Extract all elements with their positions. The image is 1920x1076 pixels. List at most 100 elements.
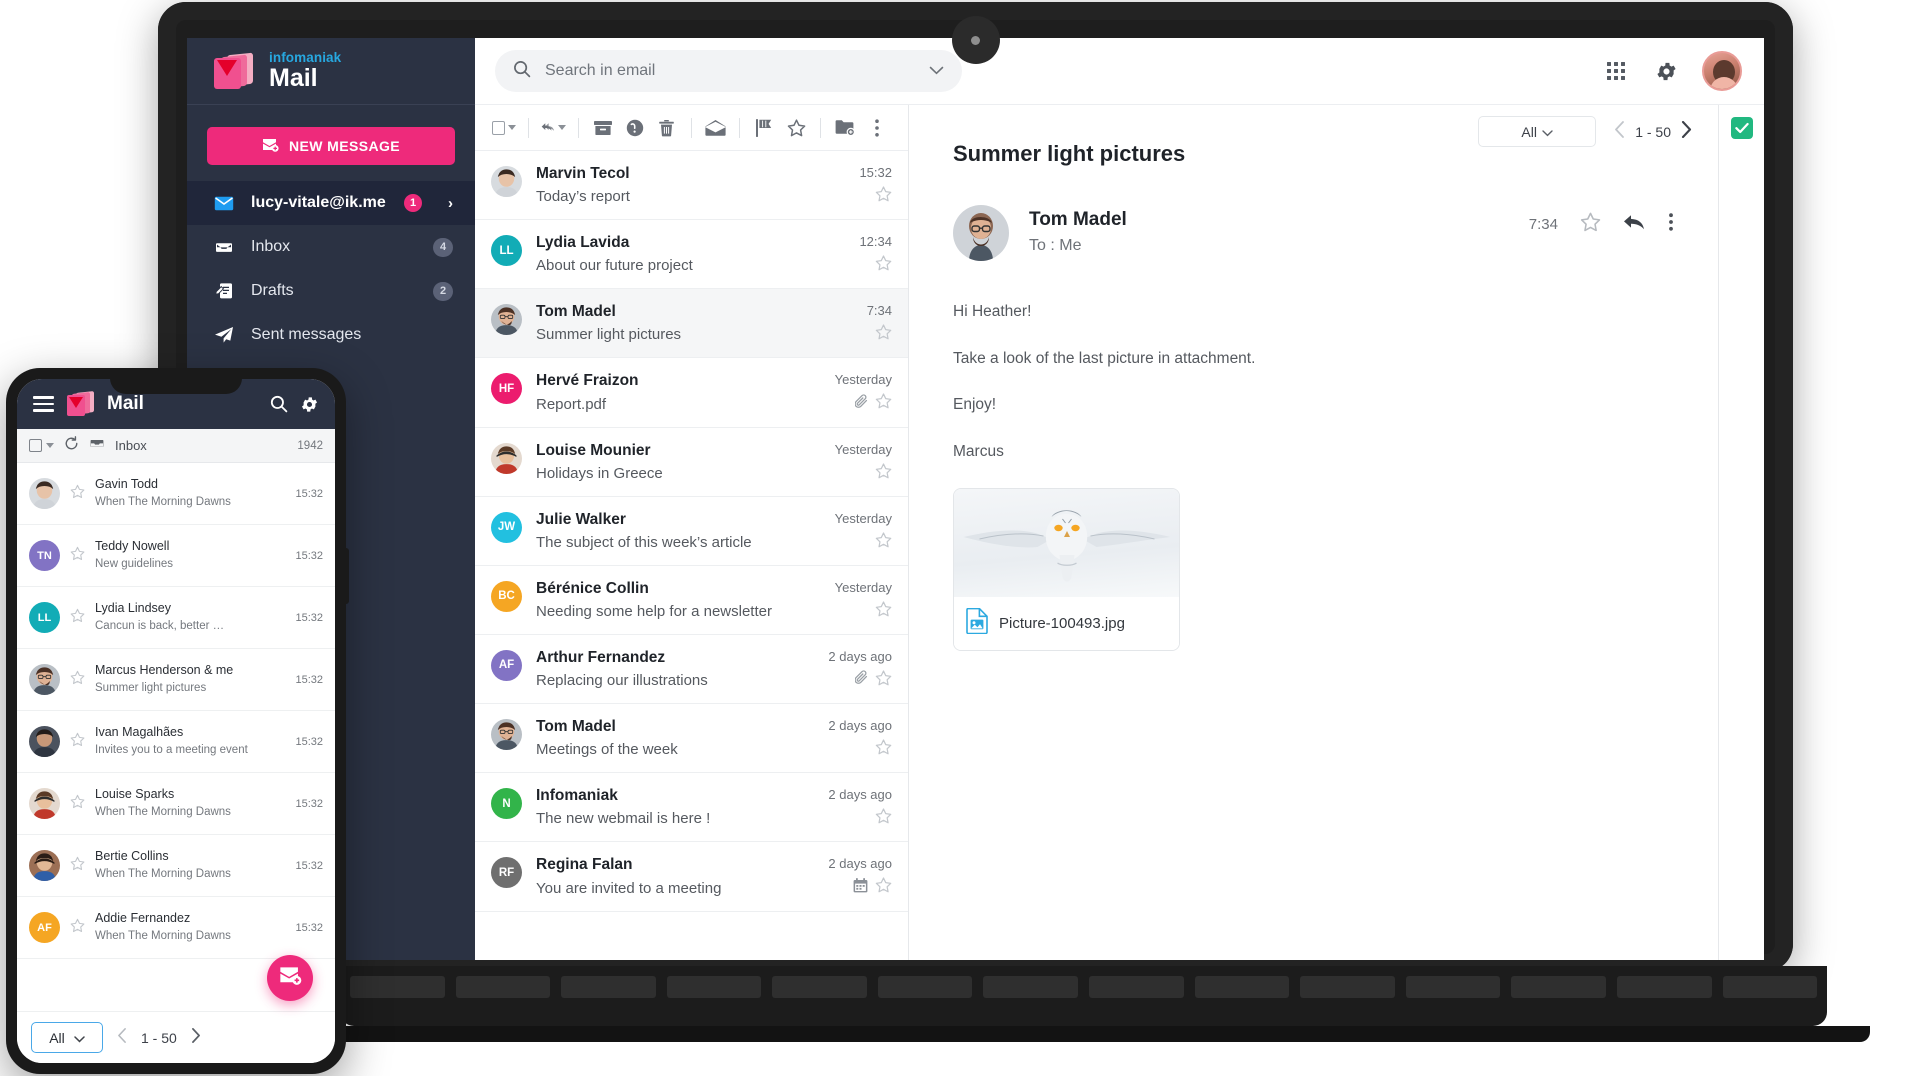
chevron-down-icon[interactable]	[929, 62, 944, 80]
mail-list-item[interactable]: AF Arthur Fernandez Replacing our illust…	[475, 635, 908, 705]
spam-icon[interactable]	[620, 113, 650, 143]
attachment-card[interactable]: Picture-100493.jpg	[953, 487, 1180, 651]
sidebar-item-sent[interactable]: Sent messages	[187, 313, 475, 357]
star-icon[interactable]	[781, 113, 811, 143]
body-line: Take a look of the last picture in attac…	[953, 349, 1256, 367]
trash-icon[interactable]	[652, 113, 682, 143]
star-icon[interactable]	[1580, 212, 1601, 237]
phone-folder-label: Inbox	[115, 438, 147, 453]
mail-list-item[interactable]: LL Lydia Lavida About our future project…	[475, 220, 908, 290]
filter-dropdown[interactable]: All	[1478, 116, 1597, 147]
mail-sender: Ivan Magalhães	[95, 725, 184, 740]
gear-icon[interactable]	[1646, 51, 1686, 91]
select-all-checkbox[interactable]	[489, 113, 519, 143]
new-message-button[interactable]: NEW MESSAGE	[207, 127, 455, 165]
new-message-fab[interactable]	[267, 955, 313, 1001]
mail-list-item[interactable]: Marvin Tecol Today’s report 15:32	[475, 151, 908, 221]
phone-list-item[interactable]: Bertie Collins When The Morning Dawns 15…	[17, 835, 335, 897]
star-icon[interactable]	[875, 255, 892, 276]
select-all-checkbox[interactable]	[29, 439, 54, 452]
star-icon[interactable]	[875, 601, 892, 622]
laptop-camera	[951, 16, 1000, 64]
mail-list-item[interactable]: BC Bérénice Collin Needing some help for…	[475, 566, 908, 635]
reply-icon[interactable]	[1623, 214, 1646, 236]
refresh-icon[interactable]	[64, 435, 79, 456]
mail-list-item[interactable]: RF Regina Falan You are invited to a mee…	[475, 842, 908, 912]
chevron-right-icon[interactable]	[1681, 120, 1692, 143]
mail-sender: Marvin Tecol	[536, 165, 630, 182]
phone-list-item[interactable]: Gavin Todd When The Morning Dawns 15:32	[17, 463, 335, 525]
mail-list-item[interactable]: Tom Madel Summer light pictures 7:34	[475, 289, 908, 359]
sidebar-item-label: lucy-vitale@ik.me	[251, 194, 386, 211]
chevron-left-icon[interactable]	[117, 1027, 127, 1048]
star-icon[interactable]	[875, 739, 892, 760]
star-icon[interactable]	[875, 463, 892, 484]
mail-subject: Today’s report	[536, 188, 630, 206]
star-icon[interactable]	[70, 918, 85, 938]
mail-subject: When The Morning Dawns	[95, 806, 231, 819]
more-vertical-icon[interactable]	[862, 113, 892, 143]
phone-list-item[interactable]: Ivan Magalhães Invites you to a meeting …	[17, 711, 335, 773]
mail-subject: Invites you to a meeting event	[95, 744, 248, 757]
archive-icon[interactable]	[588, 113, 618, 143]
mail-list-item[interactable]: JW Julie Walker The subject of this week…	[475, 497, 908, 566]
gear-icon[interactable]	[300, 395, 319, 414]
avatar	[491, 304, 522, 336]
move-folder-icon[interactable]	[830, 113, 860, 143]
app-grid-icon[interactable]	[1596, 51, 1636, 91]
sidebar-item-drafts[interactable]: Drafts 2	[187, 269, 475, 313]
search-input[interactable]: Search in email	[495, 50, 962, 92]
hamburger-menu-icon[interactable]	[33, 396, 54, 412]
star-icon[interactable]	[70, 608, 85, 628]
star-icon[interactable]	[875, 324, 892, 345]
check-square-icon[interactable]	[1730, 117, 1753, 139]
star-icon[interactable]	[875, 877, 892, 898]
star-icon[interactable]	[70, 670, 85, 690]
phone-filter-dropdown[interactable]: All	[31, 1022, 103, 1053]
chevron-down-icon[interactable]	[557, 125, 566, 130]
mail-list-item[interactable]: Tom Madel Meetings of the week 2 days ag…	[475, 704, 908, 774]
phone-list-item[interactable]: TN Teddy Nowell New guidelines 15:32	[17, 525, 335, 587]
mail-list-item[interactable]: N Infomaniak The new webmail is here ! 2…	[475, 773, 908, 843]
star-icon[interactable]	[70, 794, 85, 814]
flag-icon[interactable]	[749, 113, 779, 143]
star-icon[interactable]	[875, 670, 892, 691]
phone-list-item[interactable]: AF Addie Fernandez When The Morning Dawn…	[17, 897, 335, 959]
mail-list-item[interactable]: HF Hervé Fraizon Report.pdf Yesterday	[475, 358, 908, 428]
phone-list-item[interactable]: Marcus Henderson & me Summer light pictu…	[17, 649, 335, 711]
open-envelope-icon[interactable]	[700, 113, 730, 143]
star-icon[interactable]	[875, 532, 892, 553]
search-icon[interactable]	[270, 395, 288, 413]
star-icon[interactable]	[875, 186, 892, 207]
chevron-left-icon[interactable]	[1614, 120, 1625, 143]
mail-time: Yesterday	[834, 441, 892, 457]
calendar-icon	[853, 877, 868, 898]
star-icon[interactable]	[70, 856, 85, 876]
reply-all-icon[interactable]	[538, 113, 569, 143]
phone-list-item[interactable]: LL Lydia Lindsey Cancun is back, better …	[17, 587, 335, 649]
laptop-keyboard	[340, 976, 1827, 998]
star-icon[interactable]	[875, 808, 892, 829]
attachment-filename: Picture-100493.jpg	[999, 614, 1125, 632]
phone-side-button[interactable]	[346, 548, 349, 604]
list-pagination: All 1 - 50	[1478, 116, 1692, 147]
phone-unread-count: 1942	[297, 439, 323, 452]
chevron-down-icon[interactable]	[508, 125, 516, 130]
star-icon[interactable]	[70, 732, 85, 752]
mail-time: 15:32	[859, 165, 892, 180]
star-icon[interactable]	[70, 484, 85, 504]
star-icon[interactable]	[875, 393, 892, 414]
image-file-icon	[966, 607, 988, 639]
star-icon[interactable]	[70, 546, 85, 566]
more-vertical-icon[interactable]	[1668, 212, 1674, 237]
sidebar-item-inbox[interactable]: Inbox 4	[187, 225, 475, 269]
phone-list-item[interactable]: Louise Sparks When The Morning Dawns 15:…	[17, 773, 335, 835]
mail-subject: Needing some help for a newsletter	[536, 602, 772, 620]
sidebar-item-account[interactable]: lucy-vitale@ik.me 1 ›	[187, 181, 475, 225]
mail-list-item[interactable]: Louise Mounier Holidays in Greece Yester…	[475, 428, 908, 497]
chevron-right-icon[interactable]: ›	[448, 195, 453, 212]
attachment-icon	[854, 670, 868, 690]
user-avatar[interactable]	[1702, 51, 1742, 91]
avatar: TN	[29, 540, 60, 571]
chevron-right-icon[interactable]	[191, 1027, 201, 1048]
